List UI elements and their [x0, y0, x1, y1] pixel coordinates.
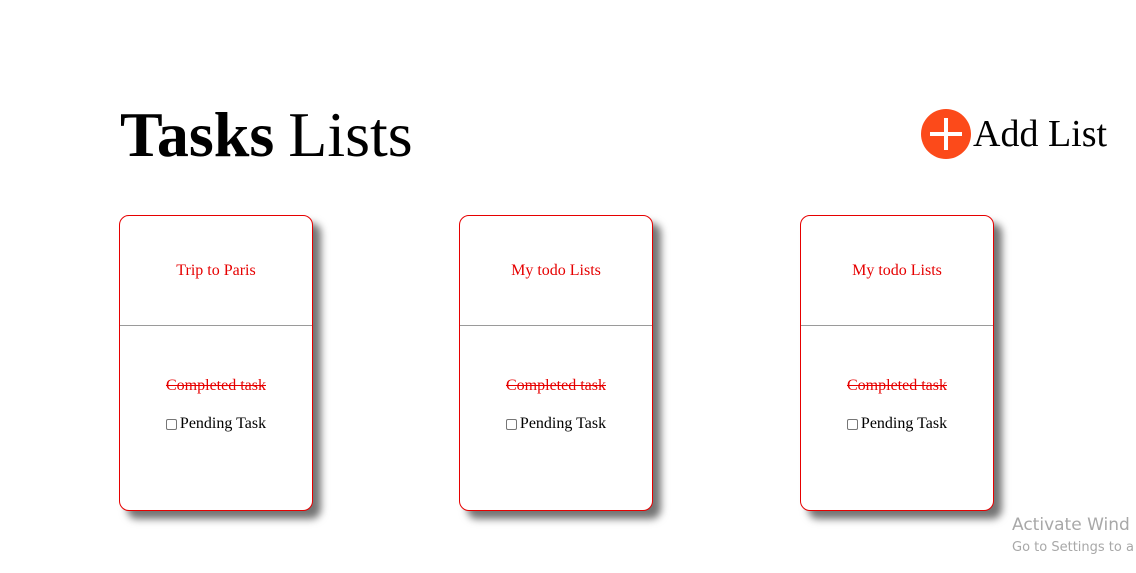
pending-task[interactable]: Pending Task — [801, 414, 993, 434]
list-card-header: Trip to Paris — [120, 216, 312, 326]
completed-task[interactable]: Completed task — [801, 374, 993, 398]
page-title-bold: Tasks — [120, 99, 275, 170]
list-card-body: Completed task Pending Task — [801, 326, 993, 434]
list-card[interactable]: Trip to Paris Completed task Pending Tas… — [119, 215, 313, 511]
page-title-normal: Lists — [288, 99, 413, 170]
list-card-header: My todo Lists — [801, 216, 993, 326]
list-card[interactable]: My todo Lists Completed task Pending Tas… — [800, 215, 994, 511]
activation-watermark: Activate Wind Go to Settings to a — [1012, 513, 1136, 559]
pending-task[interactable]: Pending Task — [460, 414, 652, 434]
add-list-button[interactable]: Add List — [921, 108, 1107, 160]
completed-task[interactable]: Completed task — [460, 374, 652, 398]
pending-task-checkbox[interactable] — [165, 418, 177, 430]
list-card-title: My todo Lists — [511, 261, 601, 279]
watermark-line-2: Go to Settings to a — [1012, 540, 1134, 555]
page: Tasks Lists Add List Trip to Paris Comple… — [0, 0, 1136, 573]
pending-task-checkbox[interactable] — [846, 418, 858, 430]
list-card-body: Completed task Pending Task — [460, 326, 652, 434]
pending-task[interactable]: Pending Task — [120, 414, 312, 434]
list-card-header: My todo Lists — [460, 216, 652, 326]
plus-circle-icon[interactable] — [921, 109, 971, 159]
completed-task[interactable]: Completed task — [120, 374, 312, 398]
list-card-title: My todo Lists — [852, 261, 942, 279]
pending-task-label: Pending Task — [519, 415, 607, 432]
page-title: Tasks Lists — [120, 92, 413, 178]
list-card-body: Completed task Pending Task — [120, 326, 312, 434]
list-card[interactable]: My todo Lists Completed task Pending Tas… — [459, 215, 653, 511]
pending-task-checkbox[interactable] — [505, 418, 517, 430]
list-card-title: Trip to Paris — [176, 261, 256, 279]
pending-task-label: Pending Task — [860, 415, 948, 432]
pending-task-label: Pending Task — [179, 415, 267, 432]
watermark-line-1: Activate Wind — [1012, 515, 1130, 535]
add-list-label: Add List — [973, 113, 1108, 155]
